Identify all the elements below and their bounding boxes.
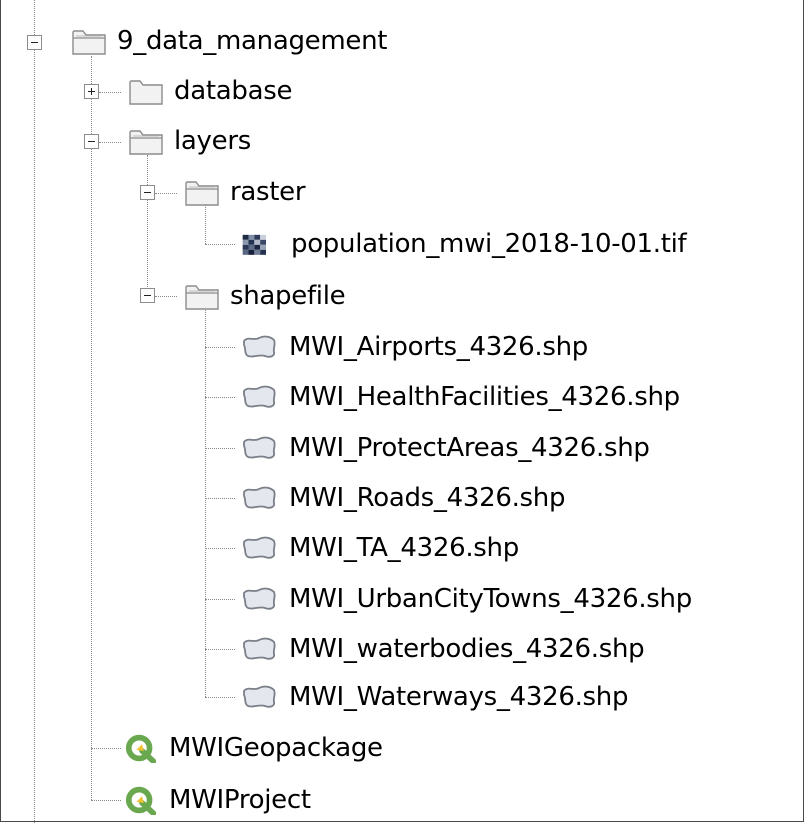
polygon-layer-icon bbox=[243, 335, 276, 358]
tree-item-label: MWI_UrbanCityTowns_4326.shp bbox=[289, 584, 692, 614]
tree-item-shapefile-layer[interactable]: MWI_ProtectAreas_4326.shp bbox=[239, 428, 650, 468]
folder-open-icon bbox=[129, 130, 163, 155]
tree-guide-line bbox=[147, 155, 148, 297]
tree-item-label: MWI_Roads_4326.shp bbox=[289, 483, 566, 513]
polygon-layer-icon bbox=[243, 685, 276, 708]
browser-panel: 9_data_management database layers raster bbox=[0, 0, 804, 823]
raster-layer-icon bbox=[242, 234, 266, 255]
polygon-layer-icon bbox=[243, 587, 276, 610]
tree-item-layers[interactable]: layers bbox=[128, 121, 251, 161]
tree-guide-line bbox=[99, 92, 121, 93]
tree-guide-line bbox=[205, 498, 235, 499]
collapse-shapefile-toggle[interactable] bbox=[140, 288, 155, 303]
tree-guide-line bbox=[99, 142, 121, 143]
tree-item-label: raster bbox=[230, 177, 306, 207]
tree-item-label: MWI_Airports_4326.shp bbox=[289, 332, 589, 362]
tree-guide-line bbox=[205, 599, 235, 600]
tree-item-mwi-project[interactable]: MWIProject bbox=[125, 780, 311, 820]
tree-item-label: MWIGeopackage bbox=[169, 733, 383, 763]
qgis-icon bbox=[125, 786, 157, 815]
tree-item-shapefile-layer[interactable]: MWI_Airports_4326.shp bbox=[239, 327, 588, 367]
tree-guide-line bbox=[91, 56, 92, 800]
tree-guide-line bbox=[34, 0, 35, 823]
tree-item-label: MWI_waterbodies_4326.shp bbox=[289, 634, 645, 664]
tree-guide-line bbox=[205, 448, 235, 449]
tree-item-shapefile-layer[interactable]: MWI_UrbanCityTowns_4326.shp bbox=[239, 579, 692, 619]
qgis-icon bbox=[125, 734, 157, 763]
tree-guide-line bbox=[205, 649, 235, 650]
tree-item-shapefile-layer[interactable]: MWI_Roads_4326.shp bbox=[239, 478, 565, 518]
tree-item-label: database bbox=[174, 76, 293, 106]
tree-guide-line bbox=[205, 397, 235, 398]
polygon-layer-icon bbox=[243, 536, 276, 559]
tree-item-mwi-geopackage[interactable]: MWIGeopackage bbox=[125, 728, 383, 768]
tree-item-label: population_mwi_2018-10-01.tif bbox=[291, 229, 687, 259]
collapse-raster-toggle[interactable] bbox=[140, 185, 155, 200]
tree-item-raster[interactable]: raster bbox=[184, 172, 306, 212]
tree-item-database[interactable]: database bbox=[128, 71, 292, 111]
tree-item-shapefile-layer[interactable]: MWI_TA_4326.shp bbox=[239, 528, 519, 568]
folder-open-icon bbox=[185, 181, 219, 206]
tree-guide-line bbox=[91, 748, 121, 749]
tree-item-shapefile-layer[interactable]: MWI_HealthFacilities_4326.shp bbox=[239, 377, 680, 417]
tree-item-label: MWI_TA_4326.shp bbox=[289, 533, 519, 563]
folder-icon bbox=[129, 80, 163, 105]
folder-open-icon bbox=[72, 30, 106, 55]
tree-guide-line bbox=[155, 193, 177, 194]
tree-item-label: MWI_Waterways_4326.shp bbox=[289, 682, 629, 712]
tree-item-label: MWI_HealthFacilities_4326.shp bbox=[289, 382, 680, 412]
tree-guide-line bbox=[91, 800, 121, 801]
expand-database-toggle[interactable] bbox=[84, 84, 99, 99]
tree-guide-line bbox=[205, 347, 235, 348]
polygon-layer-icon bbox=[243, 486, 276, 509]
tree-item-shapefile[interactable]: shapefile bbox=[184, 276, 346, 316]
polygon-layer-icon bbox=[243, 436, 276, 459]
folder-open-icon bbox=[185, 285, 219, 310]
tree-item-label: layers bbox=[174, 126, 251, 156]
tree-item-label: MWI_ProtectAreas_4326.shp bbox=[289, 433, 650, 463]
tree-item-label: shapefile bbox=[230, 281, 346, 311]
tree-item-label: 9_data_management bbox=[117, 26, 388, 56]
tree-item-9-data-management[interactable]: 9_data_management bbox=[71, 21, 387, 61]
tree-guide-line bbox=[205, 697, 235, 698]
collapse-root-toggle[interactable] bbox=[27, 35, 42, 50]
tree-item-label: MWIProject bbox=[169, 785, 311, 815]
collapse-layers-toggle[interactable] bbox=[84, 134, 99, 149]
tree-guide-line bbox=[205, 308, 206, 697]
tree-guide-line bbox=[205, 244, 235, 245]
polygon-layer-icon bbox=[243, 385, 276, 408]
tree-guide-line bbox=[155, 296, 177, 297]
tree-guide-line bbox=[205, 548, 235, 549]
tree-item-shapefile-layer[interactable]: MWI_Waterways_4326.shp bbox=[239, 677, 628, 717]
polygon-layer-icon bbox=[243, 637, 276, 660]
tree-item-population-raster[interactable]: population_mwi_2018-10-01.tif bbox=[241, 224, 687, 264]
tree-item-shapefile-layer[interactable]: MWI_waterbodies_4326.shp bbox=[239, 629, 645, 669]
